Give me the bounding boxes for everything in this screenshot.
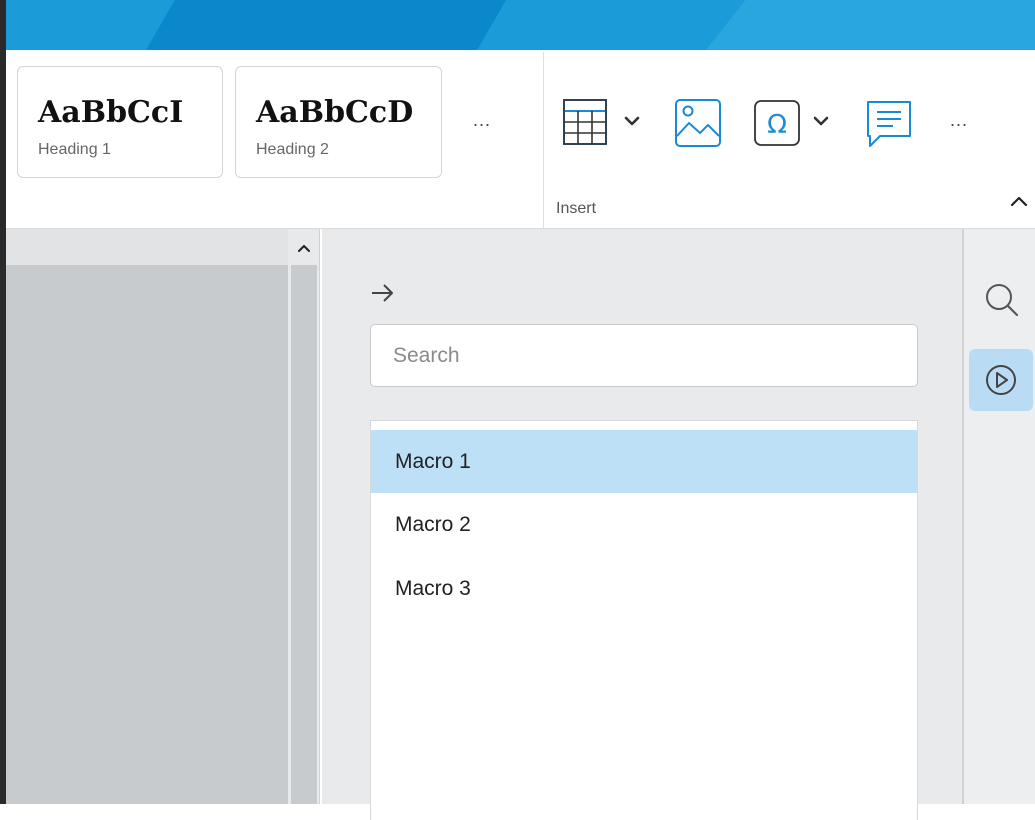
style-heading-1[interactable]: AaBbCcI Heading 1 xyxy=(17,66,223,178)
insert-comment-button[interactable] xyxy=(864,96,916,152)
title-bar-decoration xyxy=(146,0,506,50)
macro-list: Macro 1 Macro 2 Macro 3 xyxy=(370,420,918,820)
scrollbar-thumb[interactable] xyxy=(291,265,317,804)
comment-icon xyxy=(867,101,911,147)
special-character-icon: Ω xyxy=(754,100,829,146)
collapse-ribbon-icon[interactable] xyxy=(1008,190,1030,212)
insert-more-button[interactable]: ... xyxy=(950,110,968,131)
insert-table-button[interactable] xyxy=(562,96,642,152)
macros-play-icon xyxy=(986,365,1016,395)
style-preview: AaBbCcI xyxy=(38,95,184,130)
style-preview: AaBbCcD xyxy=(256,95,414,130)
macro-list-item[interactable]: Macro 2 xyxy=(371,493,917,556)
document-area xyxy=(6,229,288,804)
style-name: Heading 1 xyxy=(38,141,111,158)
style-name: Heading 2 xyxy=(256,141,329,158)
macro-search-input[interactable] xyxy=(370,324,918,387)
title-bar-decoration-2 xyxy=(706,0,1035,50)
macro-list-item[interactable]: Macro 1 xyxy=(371,430,917,493)
macros-panel-button[interactable] xyxy=(969,349,1033,411)
document-top-strip xyxy=(6,229,288,265)
ribbon-group-label: Insert xyxy=(556,200,597,217)
ribbon-group-separator xyxy=(543,52,544,228)
more-styles-button[interactable]: ... xyxy=(473,110,491,131)
insert-symbol-button[interactable]: Ω xyxy=(753,96,833,152)
insert-image-button[interactable] xyxy=(673,96,725,152)
arrow-right-icon[interactable] xyxy=(370,281,396,305)
ribbon: AaBbCcI Heading 1 AaBbCcD Heading 2 ... xyxy=(6,50,1035,229)
vertical-scrollbar[interactable] xyxy=(288,229,320,804)
table-icon xyxy=(563,99,640,145)
scroll-up-icon[interactable] xyxy=(296,241,312,255)
search-panel-button[interactable] xyxy=(969,269,1033,331)
search-icon xyxy=(986,284,1019,317)
svg-text:Ω: Ω xyxy=(767,110,787,140)
macro-list-item[interactable]: Macro 3 xyxy=(371,557,917,620)
style-heading-2[interactable]: AaBbCcD Heading 2 xyxy=(235,66,442,178)
title-bar xyxy=(6,0,1035,50)
macros-panel: Macro 1 Macro 2 Macro 3 xyxy=(322,229,962,820)
image-icon xyxy=(675,99,721,147)
side-rail xyxy=(964,229,1035,804)
